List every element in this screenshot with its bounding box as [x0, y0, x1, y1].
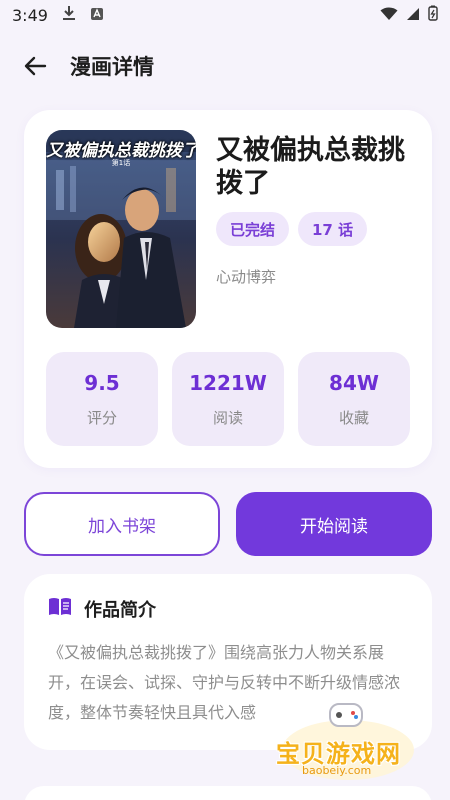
status-time: 3:49	[12, 5, 48, 25]
watermark-url: baobeiy.com	[302, 764, 372, 777]
watermark-logo: 宝贝游戏网 baobeiy.com	[276, 700, 418, 784]
add-to-shelf-button[interactable]: 加入书架	[24, 492, 220, 556]
comic-title: 又被偏执总裁挑拨了	[216, 135, 405, 199]
download-icon	[62, 5, 76, 25]
top-bar: 漫画详情	[0, 40, 450, 92]
stat-value: 84W	[329, 370, 379, 395]
book-open-icon	[48, 597, 72, 621]
stat-label: 收藏	[338, 408, 369, 427]
stat-reads: 1221W 阅读	[172, 352, 284, 446]
stat-value: 1221W	[189, 370, 267, 395]
wifi-icon	[380, 6, 398, 25]
app-notification-icon	[90, 6, 104, 25]
signal-icon	[406, 6, 420, 25]
comic-cover[interactable]: 又被偏执总裁挑拨了 第1话	[46, 130, 196, 328]
status-bar: 3:49	[0, 0, 450, 30]
stat-favorites: 84W 收藏	[298, 352, 410, 446]
comic-info-card: 又被偏执总裁挑拨了 第1话 又被偏执总裁挑拨了 已完结 17 话 心动博弈 9.…	[24, 110, 432, 468]
stat-value: 9.5	[84, 370, 120, 395]
stat-label: 评分	[86, 408, 117, 427]
battery-icon	[428, 5, 438, 25]
comic-author: 心动博弈	[216, 268, 277, 286]
cover-subtitle-text: 第1话	[111, 159, 131, 167]
back-button[interactable]	[22, 52, 50, 80]
status-badge: 已完结	[216, 212, 290, 246]
synopsis-title: 作品简介	[84, 600, 156, 621]
next-section-card	[24, 786, 432, 800]
stat-rating: 9.5 评分	[46, 352, 158, 446]
synopsis-header: 作品简介	[48, 596, 156, 622]
stat-label: 阅读	[212, 408, 243, 427]
start-reading-button[interactable]: 开始阅读	[236, 492, 432, 556]
page-title: 漫画详情	[70, 55, 154, 79]
episode-count-badge: 17 话	[298, 212, 368, 246]
arrow-left-icon	[24, 56, 47, 76]
